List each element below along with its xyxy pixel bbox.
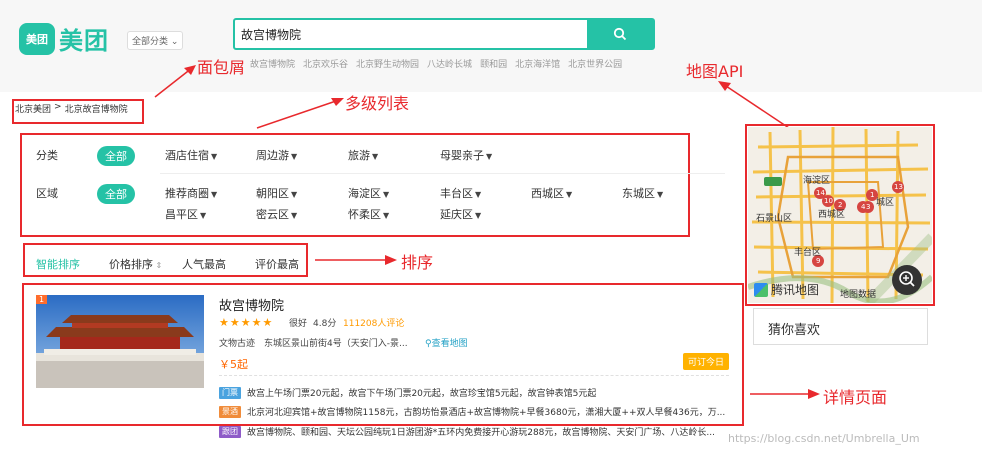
- annotation-arrow: [315, 255, 397, 265]
- rating-word: 很好: [289, 319, 308, 329]
- rating-score: 4.8分: [313, 319, 337, 329]
- filter-label-category: 分类: [36, 149, 58, 162]
- breadcrumb-item[interactable]: 北京美团: [15, 102, 51, 115]
- rank-badge: 1: [36, 295, 48, 304]
- search-input[interactable]: 故宫博物院: [241, 26, 301, 43]
- category-select[interactable]: 全部分类 ⌄: [127, 31, 184, 50]
- annotation-arrow: [256, 98, 344, 129]
- hot-word-link[interactable]: 颐和园: [480, 57, 507, 70]
- annotation-sort: 排序: [401, 253, 434, 272]
- filter-option[interactable]: 丰台区 ▼: [440, 185, 481, 201]
- filter-category-all[interactable]: 全部: [97, 146, 135, 166]
- filter-option[interactable]: 母婴亲子 ▼: [440, 147, 492, 163]
- zoom-in-icon: [899, 271, 915, 287]
- hot-word-link[interactable]: 北京欢乐谷: [303, 57, 348, 70]
- filter-option[interactable]: 延庆区 ▼: [440, 206, 481, 222]
- filter-option[interactable]: 密云区 ▼: [256, 206, 297, 222]
- search-icon: [613, 27, 627, 41]
- hot-word-link[interactable]: 北京海洋馆: [515, 57, 560, 70]
- map-marker[interactable]: 10: [824, 197, 833, 205]
- map-marker[interactable]: 4: [861, 203, 865, 211]
- breadcrumb-separator: >: [54, 102, 62, 112]
- meituan-logo[interactable]: 美团 美团: [19, 21, 109, 56]
- filter-label-region: 区域: [36, 187, 58, 200]
- hot-word-link[interactable]: 北京世界公园: [568, 57, 622, 70]
- hot-word-link[interactable]: 八达岭长城: [427, 57, 472, 70]
- zoom-button[interactable]: [892, 265, 922, 295]
- watermark: https://blog.csdn.net/Umbrella_Um: [728, 432, 920, 445]
- deal-tag: 景酒: [219, 405, 241, 418]
- annotation-detail: 详情页面: [823, 388, 888, 407]
- chevron-down-icon: ⌄: [170, 37, 179, 47]
- sort-popularity[interactable]: 人气最高: [182, 256, 226, 272]
- filter-option[interactable]: 西城区 ▼: [531, 185, 572, 201]
- filter-option[interactable]: 海淀区 ▼: [348, 185, 389, 201]
- header: 美团 美团 全部分类 ⌄ 故宫博物院 故宫博物院 北京欢乐谷 北京野生动物园 八达岭长…: [0, 0, 982, 92]
- annotation-arrow: [154, 65, 196, 98]
- map-brand: 腾讯地图: [754, 281, 819, 298]
- filter-option[interactable]: 周边游 ▼: [256, 147, 297, 163]
- poi-price: ￥5起: [219, 358, 248, 371]
- poi-title[interactable]: 故宫博物院: [219, 295, 284, 314]
- map-marker[interactable]: 1: [870, 191, 874, 199]
- filter-option[interactable]: 昌平区 ▼: [165, 206, 206, 222]
- map-marker[interactable]: 9: [816, 257, 820, 265]
- map-widget[interactable]: 海淀区 西城区 石景山区 丰台区 城区 14 10 2 1 3 4 13 9 腾…: [748, 127, 932, 303]
- deal-text: 故宫博物院、颐和园、天坛公园纯玩1日游团游*五环内免费接开心游玩288元，故宫博…: [247, 428, 715, 438]
- annotation-breadcrumb: 面包屑: [197, 58, 246, 77]
- filter-option[interactable]: 推荐商圈 ▼: [165, 185, 217, 201]
- breadcrumb: 北京美团 > 北京故宫博物院: [15, 102, 128, 115]
- breadcrumb-item: 北京故宫博物院: [64, 105, 128, 115]
- sort-rating[interactable]: 评价最高: [255, 256, 299, 272]
- guess-you-like[interactable]: 猜你喜欢: [753, 308, 928, 345]
- search-button[interactable]: [587, 20, 653, 48]
- annotation-arrow: [750, 389, 820, 399]
- sort-smart[interactable]: 智能排序: [36, 256, 80, 272]
- map-marker[interactable]: 14: [816, 189, 825, 197]
- review-count[interactable]: 111208人评论: [343, 316, 404, 329]
- map-district-label: 城区: [876, 198, 895, 208]
- deal-text: 北京河北迎宾馆+故宫博物院1158元，古韵坊怡景酒店+故宫博物院+早餐3680元…: [247, 408, 726, 418]
- sort-price[interactable]: 价格排序 ⇕: [109, 256, 162, 272]
- deal-row[interactable]: 景酒 北京河北迎宾馆+故宫博物院1158元，古韵坊怡景酒店+故宫博物院+早餐36…: [219, 405, 725, 418]
- forbidden-city-image: [36, 295, 204, 388]
- category-select-label: 全部分类: [132, 37, 169, 47]
- filter-region-all[interactable]: 全部: [97, 184, 135, 204]
- listing-divider: [219, 375, 729, 376]
- poi-photo[interactable]: 1: [36, 295, 204, 388]
- filter-option[interactable]: 旅游 ▼: [348, 147, 378, 163]
- rating-stars: ★★★★★: [219, 316, 274, 329]
- location-pin-icon: ⚲: [425, 339, 432, 349]
- hot-words: 故宫博物院 北京欢乐谷 北京野生动物园 八达岭长城 颐和园 北京海洋馆 北京世界公园: [250, 57, 622, 70]
- book-today-button[interactable]: 可订今日: [683, 353, 730, 370]
- view-map-link[interactable]: ⚲查看地图: [425, 336, 468, 349]
- search-box[interactable]: 故宫博物院: [233, 18, 655, 50]
- map-data-label: 地图数据: [840, 290, 877, 300]
- filter-option[interactable]: 酒店住宿 ▼: [165, 147, 217, 163]
- annotation-multilevel: 多级列表: [345, 94, 410, 113]
- deal-text: 故宫上午场门票20元起，故宫下午场门票20元起，故宫珍宝馆5元起，故宫钟表馆5元…: [247, 389, 597, 399]
- filter-option[interactable]: 朝阳区 ▼: [256, 185, 297, 201]
- map-district-label: 海淀区: [803, 176, 831, 186]
- map-marker[interactable]: 13: [894, 183, 903, 191]
- poi-category: 文物古迹: [219, 339, 256, 349]
- map-marker[interactable]: 3: [866, 203, 870, 211]
- logo-badge: 美团: [19, 22, 55, 55]
- tencent-map-logo-icon: [754, 282, 768, 297]
- logo-text: 美团: [59, 27, 109, 55]
- hot-word-link[interactable]: 北京野生动物园: [356, 57, 419, 70]
- poi-address: 东城区景山前街4号（天安门入-景...: [264, 339, 408, 349]
- deal-row[interactable]: 跟团 故宫博物院、颐和园、天坛公园纯玩1日游团游*五环内免费接开心游玩288元，…: [219, 425, 715, 438]
- filter-option[interactable]: 东城区 ▼: [622, 185, 663, 201]
- deal-tag: 跟团: [219, 425, 241, 438]
- map-marker[interactable]: 2: [838, 201, 842, 209]
- filter-divider: [160, 173, 725, 174]
- hot-word-link[interactable]: 故宫博物院: [250, 57, 295, 70]
- deal-tag: 门票: [219, 386, 241, 399]
- deal-row[interactable]: 门票 故宫上午场门票20元起，故宫下午场门票20元起，故宫珍宝馆5元起，故宫钟表…: [219, 386, 596, 399]
- map-district-label: 石景山区: [756, 214, 793, 224]
- filter-option[interactable]: 怀柔区 ▼: [348, 206, 389, 222]
